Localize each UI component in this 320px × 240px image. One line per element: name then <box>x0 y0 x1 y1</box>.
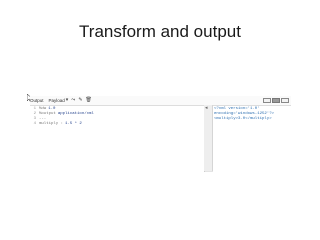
line-number: 3 <box>33 116 36 121</box>
line-number: 4 <box>33 121 36 126</box>
output-label: Output <box>30 97 44 103</box>
view-toggle-left[interactable] <box>263 97 271 103</box>
pencil-icon[interactable]: ✎ <box>78 97 82 103</box>
slide-title: Transform and output <box>79 22 241 41</box>
script-editor[interactable]: 1 %dw 1.0 2 %output application/xml 3 --… <box>30 105 205 172</box>
code-keyword: multiply : <box>39 121 64 126</box>
output-line: <multiply>3.0</multiply> <box>214 116 272 121</box>
dataweave-editor-screenshot: Output Payload ▾ ⤳ ✎ 🗑 1 %dw 1.0 2 %outp… <box>30 96 291 172</box>
share-icon[interactable]: ⤳ <box>71 97 75 103</box>
line-number: 1 <box>33 106 36 111</box>
line-number: 2 <box>33 111 36 116</box>
code-value: 1.0 <box>48 106 56 111</box>
code-line: 4 multiply : 1.5 * 2 <box>30 121 204 126</box>
view-toggle-middle[interactable] <box>272 97 280 103</box>
code-value: application/xml <box>57 111 94 116</box>
pane-splitter[interactable]: ◂ <box>204 105 213 171</box>
payload-select[interactable]: Payload ▾ <box>48 96 69 103</box>
collapse-arrow-icon[interactable]: ◂ <box>205 105 208 111</box>
trash-icon[interactable]: 🗑 <box>86 97 92 103</box>
payload-label: Payload <box>48 97 65 103</box>
code-keyword: %output <box>39 111 56 116</box>
code-keyword: %dw <box>39 106 47 111</box>
output-preview: <?xml version='1.0' encoding='windows-12… <box>213 105 291 172</box>
view-toggle-right[interactable] <box>281 97 289 103</box>
chevron-down-icon: ▾ <box>65 96 69 103</box>
output-toolbar: Output Payload ▾ ⤳ ✎ 🗑 <box>30 96 291 104</box>
view-toggle-group <box>263 96 289 104</box>
code-keyword: --- <box>39 116 47 121</box>
code-value: 1.5 * 2 <box>65 121 82 126</box>
